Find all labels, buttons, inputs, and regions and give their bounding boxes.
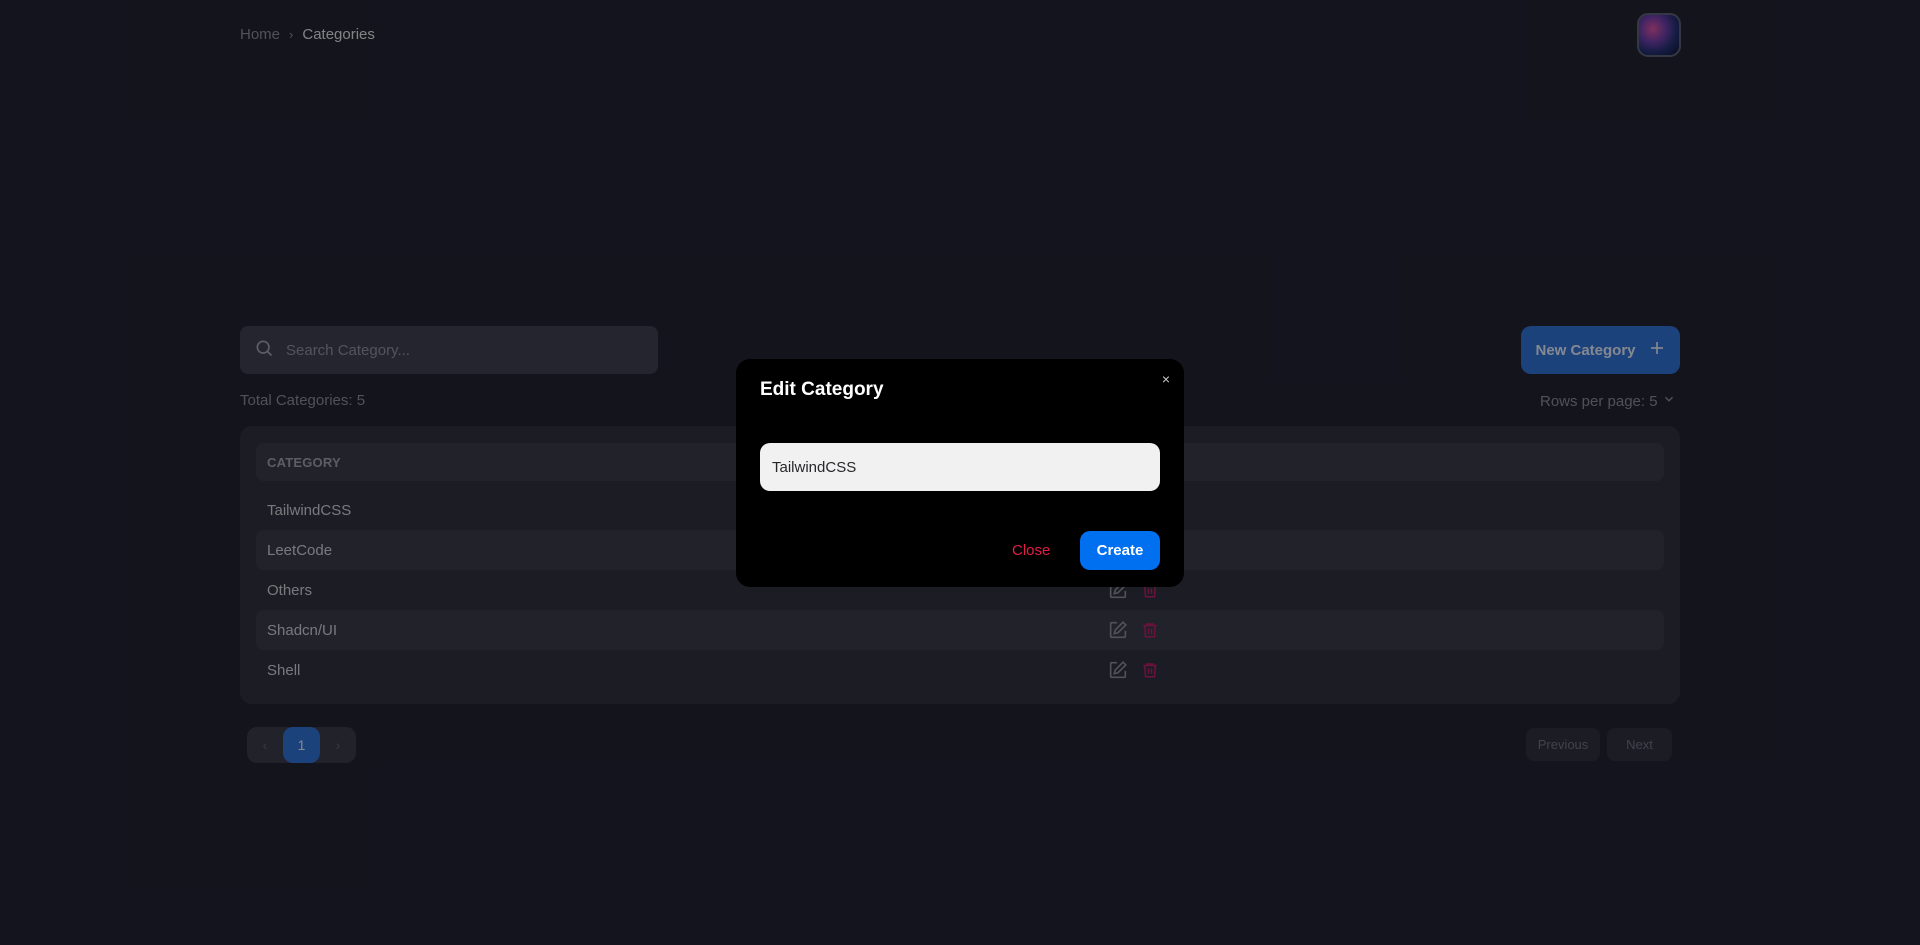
edit-category-modal: Edit Category × Close Create [736,359,1184,587]
modal-title: Edit Category [760,379,884,400]
close-icon[interactable]: × [1156,369,1176,389]
create-button[interactable]: Create [1080,531,1160,570]
category-name-input[interactable] [760,443,1160,491]
close-button[interactable]: Close [1012,542,1050,559]
